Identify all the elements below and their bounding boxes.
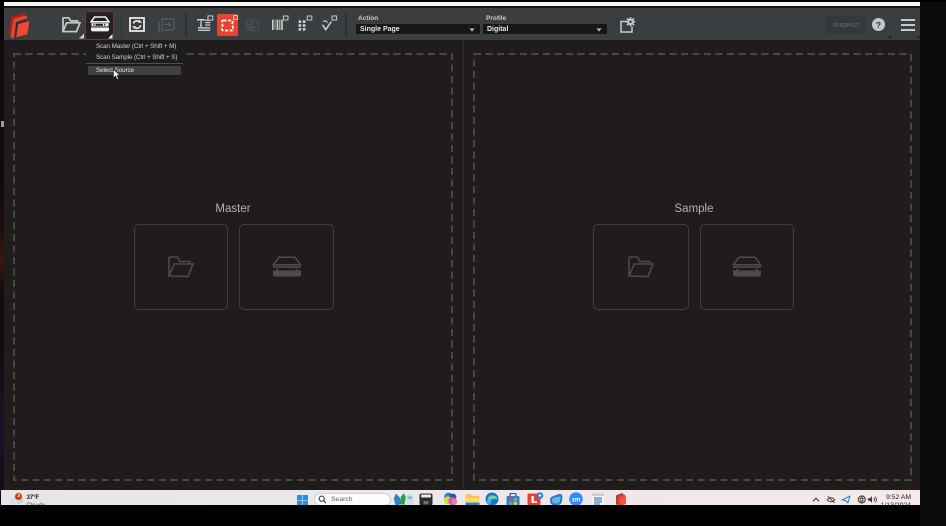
svg-text:zm: zm: [572, 497, 580, 503]
